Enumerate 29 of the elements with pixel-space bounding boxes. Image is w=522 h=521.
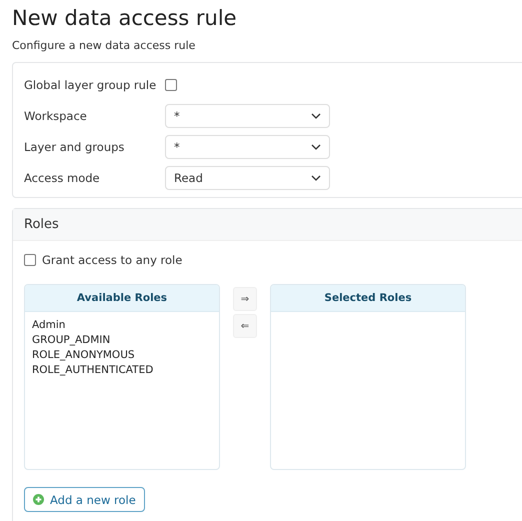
list-item[interactable]: Admin: [32, 318, 212, 333]
field-label: Workspace: [24, 108, 88, 122]
field-label: Access mode: [24, 170, 101, 184]
move-button[interactable]: ⇒: [233, 287, 257, 311]
list-header: Selected Roles: [271, 285, 465, 312]
checkbox[interactable]: [24, 254, 36, 266]
plus-icon: [33, 494, 44, 505]
page-title: New data access rule: [12, 5, 238, 32]
checkbox-label: Grant access to any role: [42, 253, 182, 267]
chevron-down-icon: [311, 112, 321, 118]
list-item[interactable]: ROLE_AUTHENTICATED: [32, 363, 212, 378]
list-item[interactable]: ROLE_ANONYMOUS: [32, 348, 212, 363]
list-item[interactable]: GROUP_ADMIN: [32, 333, 212, 348]
chevron-down-icon: [311, 174, 321, 180]
dropdown-value: *: [174, 140, 180, 154]
field-label: Global layer group rule: [24, 78, 158, 92]
dropdown[interactable]: *: [165, 134, 330, 158]
list-header: Available Roles: [25, 285, 219, 312]
page-subtitle: Configure a new data access rule: [12, 39, 196, 52]
move-button[interactable]: ⇐: [233, 314, 257, 338]
add-role-button[interactable]: Add a new role: [24, 487, 145, 512]
dropdown[interactable]: Read: [165, 166, 330, 190]
dropdown-value: Read: [174, 170, 203, 184]
panel-header: Roles: [13, 209, 522, 241]
chevron-down-icon: [311, 144, 321, 150]
field-label: Layer and groups: [24, 140, 126, 154]
dropdown-value: *: [174, 108, 180, 122]
checkbox[interactable]: [165, 78, 177, 90]
dropdown[interactable]: *: [165, 104, 330, 128]
